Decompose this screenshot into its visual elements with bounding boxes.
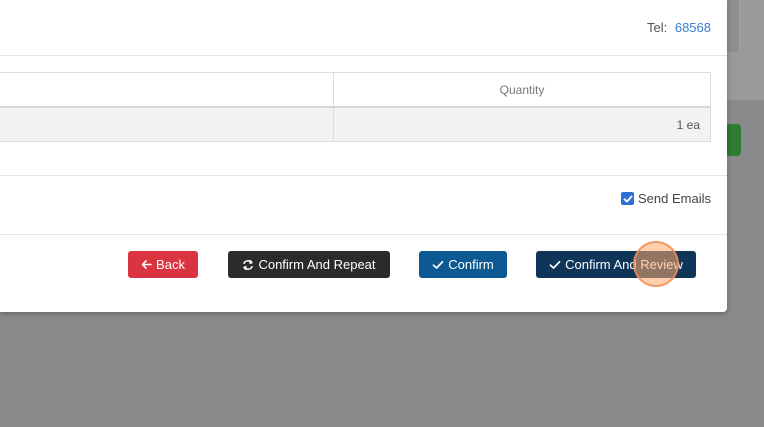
tel-number-link[interactable]: 68568 [675,20,711,35]
back-button-label: Back [156,257,185,272]
repeat-icon [242,259,254,271]
confirm-button-label: Confirm [448,257,494,272]
confirm-button[interactable]: Confirm [419,251,507,278]
send-emails-option[interactable]: Send Emails [621,191,711,206]
back-button[interactable]: Back [128,251,198,278]
footer-divider [0,234,727,235]
tel-label: Tel: [646,20,668,35]
table-header-item [0,72,334,108]
send-emails-label: Send Emails [638,191,711,206]
items-table: Quantity 1 ea [0,72,711,142]
table-cell-quantity: 1 ea [333,106,711,142]
confirm-modal: Tel: 68568 Quantity 1 ea Send Emails Bac… [0,0,727,312]
check-icon [623,195,633,202]
background-panel-edge [727,0,740,52]
check-icon [549,259,561,271]
table-header-row: Quantity [0,72,711,108]
send-emails-checkbox[interactable] [621,192,635,205]
table-row: 1 ea [0,106,711,142]
background-green-button [727,124,741,156]
table-header-quantity: Quantity [333,72,711,108]
header-divider [0,55,727,56]
confirm-and-review-button[interactable]: Confirm And Review [536,251,696,278]
arrow-left-icon [141,259,152,270]
confirm-and-repeat-button[interactable]: Confirm And Repeat [228,251,390,278]
confirm-and-review-label: Confirm And Review [565,257,683,272]
options-divider [0,175,727,176]
check-icon [432,259,444,271]
telephone-row: Tel: 68568 [647,20,711,35]
confirm-and-repeat-label: Confirm And Repeat [258,257,376,272]
table-cell-item [0,106,334,142]
